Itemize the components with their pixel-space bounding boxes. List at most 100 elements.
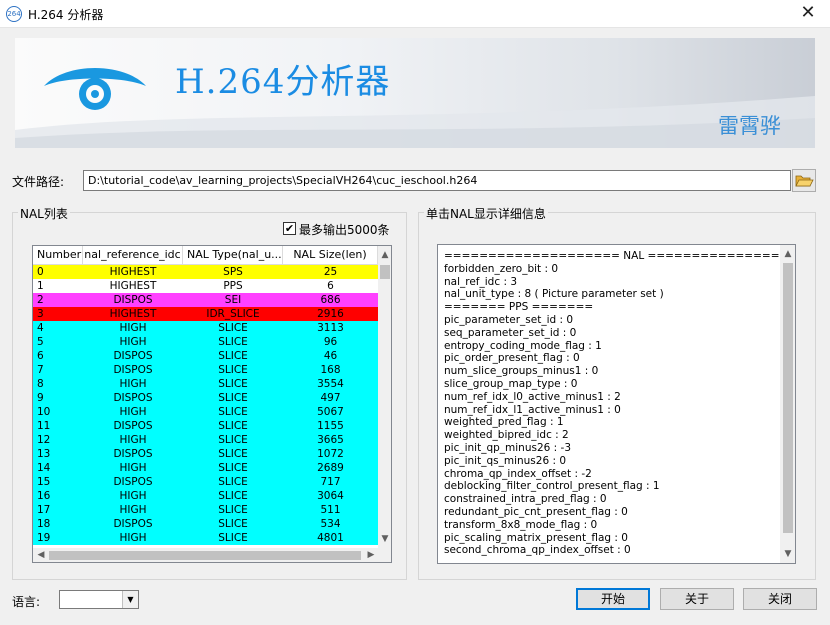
cell-ref-idc: HIGH <box>119 336 147 348</box>
table-row[interactable]: 2 DISPOS SEI 686 <box>33 293 378 307</box>
about-button[interactable]: 关于 <box>660 588 734 610</box>
cell-type: SLICE <box>218 462 248 474</box>
max-output-checkbox[interactable]: ✔ <box>283 222 296 235</box>
table-row[interactable]: 10 HIGH SLICE 5067 <box>33 405 378 419</box>
cell-size: 534 <box>320 518 341 530</box>
scroll-left-icon[interactable]: ◀ <box>34 548 48 562</box>
cell-type: SLICE <box>218 322 248 334</box>
cell-number: 13 <box>37 448 51 460</box>
detail-line: nal_unit_type : 8 ( Picture parameter se… <box>444 288 664 301</box>
table-row[interactable]: 13 DISPOS SLICE 1072 <box>33 447 378 461</box>
language-select[interactable]: ▼ <box>59 590 139 609</box>
cell-type: SLICE <box>218 518 248 530</box>
scroll-up-icon[interactable]: ▲ <box>781 247 795 261</box>
cell-size: 3665 <box>317 434 344 446</box>
detail-text-area[interactable]: ==================== NAL ===============… <box>437 244 796 564</box>
browse-button[interactable] <box>792 169 816 192</box>
table-row[interactable]: 5 HIGH SLICE 96 <box>33 335 378 349</box>
cell-ref-idc: HIGH <box>119 504 147 516</box>
scroll-up-icon[interactable]: ▲ <box>378 248 391 262</box>
cell-type: SLICE <box>218 406 248 418</box>
cell-type: SLICE <box>218 336 248 348</box>
cell-ref-idc: HIGH <box>119 490 147 502</box>
table-body: 0 HIGHEST SPS 25 1 HIGHEST PPS 6 2 DISPOS SEI 686 3 H… <box>33 265 378 545</box>
nal-table[interactable]: Number nal_reference_idc NAL Type(nal_u.… <box>32 245 392 563</box>
cell-size: 1155 <box>317 420 344 432</box>
detail-vertical-scrollbar[interactable]: ▲ ▼ <box>780 245 795 563</box>
chevron-down-icon[interactable]: ▼ <box>122 591 138 608</box>
window-close-icon[interactable]: ✕ <box>786 0 830 28</box>
table-row[interactable]: 0 HIGHEST SPS 25 <box>33 265 378 279</box>
cell-number: 9 <box>37 392 44 404</box>
table-row[interactable]: 11 DISPOS SLICE 1155 <box>33 419 378 433</box>
table-row[interactable]: 14 HIGH SLICE 2689 <box>33 461 378 475</box>
detail-line: entropy_coding_mode_flag : 1 <box>444 339 602 352</box>
cell-number: 18 <box>37 518 51 530</box>
cell-number: 8 <box>37 378 44 390</box>
table-row[interactable]: 1 HIGHEST PPS 6 <box>33 279 378 293</box>
detail-line: seq_parameter_set_id : 0 <box>444 326 577 339</box>
cell-size: 717 <box>320 476 341 488</box>
cell-size: 2689 <box>317 462 344 474</box>
scroll-down-icon[interactable]: ▼ <box>378 532 391 546</box>
cell-type: SLICE <box>218 392 248 404</box>
cell-type: SLICE <box>218 378 248 390</box>
cell-number: 7 <box>37 364 44 376</box>
detail-line: pic_order_present_flag : 0 <box>444 352 580 365</box>
detail-line: slice_group_map_type : 0 <box>444 377 578 390</box>
title-bar[interactable]: 264 H.264 分析器 ✕ <box>0 0 830 28</box>
detail-line: pic_parameter_set_id : 0 <box>444 313 574 326</box>
table-row[interactable]: 9 DISPOS SLICE 497 <box>33 391 378 405</box>
scroll-right-icon[interactable]: ▶ <box>364 548 378 562</box>
detail-line: second_chroma_qp_index_offset : 0 <box>444 544 631 557</box>
cell-type: SLICE <box>218 420 248 432</box>
cell-number: 19 <box>37 532 51 544</box>
table-row[interactable]: 8 HIGH SLICE 3554 <box>33 377 378 391</box>
column-header-number[interactable]: Number <box>33 246 83 265</box>
cell-size: 3554 <box>317 378 344 390</box>
table-row[interactable]: 7 DISPOS SLICE 168 <box>33 363 378 377</box>
column-header-ref-idc[interactable]: nal_reference_idc <box>83 246 183 265</box>
table-row[interactable]: 16 HIGH SLICE 3064 <box>33 489 378 503</box>
table-row[interactable]: 6 DISPOS SLICE 46 <box>33 349 378 363</box>
column-header-size[interactable]: NAL Size(len) <box>283 246 378 265</box>
detail-line: ======= PPS ======= <box>444 301 594 314</box>
table-horizontal-scroll-thumb[interactable] <box>49 551 361 560</box>
scroll-down-icon[interactable]: ▼ <box>781 547 795 561</box>
detail-group-title: 单击NAL显示详细信息 <box>424 205 548 222</box>
detail-line: pic_init_qs_minus26 : 0 <box>444 454 567 467</box>
filepath-input[interactable]: D:\tutorial_code\av_learning_projects\Sp… <box>83 170 791 191</box>
table-vertical-scrollbar[interactable]: ▲ ▼ <box>378 246 391 548</box>
column-header-type[interactable]: NAL Type(nal_u... <box>183 246 283 265</box>
cell-ref-idc: DISPOS <box>113 392 153 404</box>
cell-number: 1 <box>37 280 44 292</box>
cell-size: 511 <box>320 504 341 516</box>
detail-vertical-scroll-thumb[interactable] <box>783 263 793 533</box>
cell-ref-idc: HIGHEST <box>109 308 157 320</box>
detail-line: num_ref_idx_l0_active_minus1 : 2 <box>444 390 621 403</box>
table-row[interactable]: 15 DISPOS SLICE 717 <box>33 475 378 489</box>
table-row[interactable]: 18 DISPOS SLICE 534 <box>33 517 378 531</box>
table-horizontal-scrollbar[interactable]: ◀ ▶ <box>33 548 391 562</box>
cell-number: 10 <box>37 406 51 418</box>
cell-ref-idc: DISPOS <box>113 518 153 530</box>
filepath-label: 文件路径: <box>12 175 65 189</box>
cell-ref-idc: HIGH <box>119 406 147 418</box>
cell-number: 16 <box>37 490 51 502</box>
max-output-label[interactable]: 最多输出5000条 <box>299 221 390 238</box>
detail-line: deblocking_filter_control_present_flag :… <box>444 480 660 493</box>
table-row[interactable]: 19 HIGH SLICE 4801 <box>33 531 378 545</box>
cell-size: 96 <box>323 336 338 348</box>
detail-line: ==================== NAL ===============… <box>444 250 780 262</box>
cell-type: SLICE <box>218 434 248 446</box>
start-button[interactable]: 开始 <box>576 588 650 610</box>
table-row[interactable]: 17 HIGH SLICE 511 <box>33 503 378 517</box>
table-row[interactable]: 4 HIGH SLICE 3113 <box>33 321 378 335</box>
close-button[interactable]: 关闭 <box>743 588 817 610</box>
table-row[interactable]: 12 HIGH SLICE 3665 <box>33 433 378 447</box>
detail-line: transform_8x8_mode_flag : 0 <box>444 518 598 531</box>
table-header: Number nal_reference_idc NAL Type(nal_u.… <box>33 246 378 265</box>
cell-type: SLICE <box>218 350 248 362</box>
table-row[interactable]: 3 HIGHEST IDR_SLICE 2916 <box>33 307 378 321</box>
table-vertical-scroll-thumb[interactable] <box>380 265 390 279</box>
